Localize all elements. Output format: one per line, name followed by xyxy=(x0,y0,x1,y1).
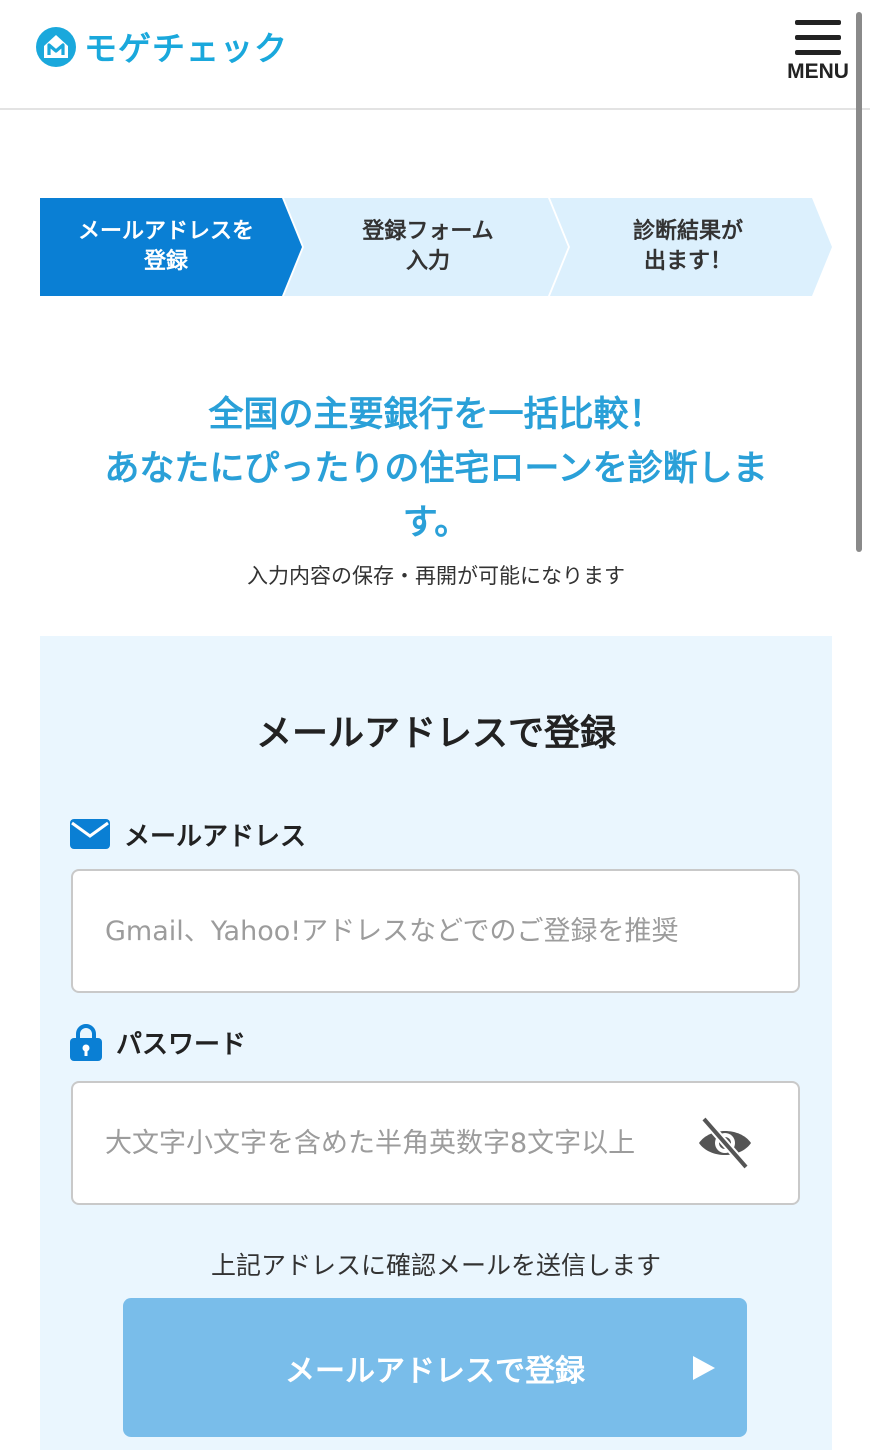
confirmation-notice: 上記アドレスに確認メールを送信します xyxy=(210,1251,661,1280)
hamburger-icon xyxy=(795,20,841,25)
registration-form: メールアドレスで登録 メールアドレス パスワード 上記アドレスに確認メールを送信… xyxy=(40,636,832,1450)
step-3-label: 診断結果が 出ます！ xyxy=(632,219,743,274)
lock-icon xyxy=(70,1024,102,1061)
page-headline: 全国の主要銀行を一括比較！ あなたにぴったりの住宅ローンを診断しま す。 xyxy=(40,388,832,550)
hamburger-icon xyxy=(795,50,841,55)
form-title: メールアドレスで登録 xyxy=(255,713,616,754)
envelope-icon xyxy=(70,819,110,849)
password-field[interactable] xyxy=(71,1081,800,1205)
step-2-label: 登録フォーム 入力 xyxy=(362,219,494,274)
headline-line-1: 全国の主要銀行を一括比較！ xyxy=(208,395,664,435)
eye-slash-icon[interactable] xyxy=(696,1115,754,1171)
password-label-text: パスワード xyxy=(116,1029,247,1060)
headline-line-2: あなたにぴったりの住宅ローンを診断しま xyxy=(104,449,768,489)
page-scrollbar[interactable] xyxy=(856,12,862,552)
site-header: モゲチェック MENU xyxy=(0,0,870,110)
email-label-text: メールアドレス xyxy=(124,821,307,852)
play-arrow-icon xyxy=(693,1356,715,1380)
menu-label: MENU xyxy=(787,60,849,83)
menu-button[interactable]: MENU xyxy=(782,14,854,86)
brand-name: モゲチェック xyxy=(84,29,288,68)
password-label: パスワード xyxy=(70,1024,247,1061)
email-field[interactable] xyxy=(71,869,800,993)
headline-line-3: す。 xyxy=(402,503,470,543)
house-m-logo-icon xyxy=(36,27,76,67)
brand-logo[interactable]: モゲチェック xyxy=(34,22,288,70)
email-label: メールアドレス xyxy=(70,816,306,852)
headline-subtext: 入力内容の保存・再開が可能になります xyxy=(247,564,625,588)
register-submit-button[interactable]: メールアドレスで登録 xyxy=(123,1298,747,1437)
submit-button-label: メールアドレスで登録 xyxy=(285,1353,585,1389)
progress-steps: メールアドレスを 登録 登録フォーム 入力 診断結果が 出ます！ xyxy=(40,198,832,296)
hamburger-icon xyxy=(795,35,841,40)
step-1-label: メールアドレスを 登録 xyxy=(77,219,254,274)
